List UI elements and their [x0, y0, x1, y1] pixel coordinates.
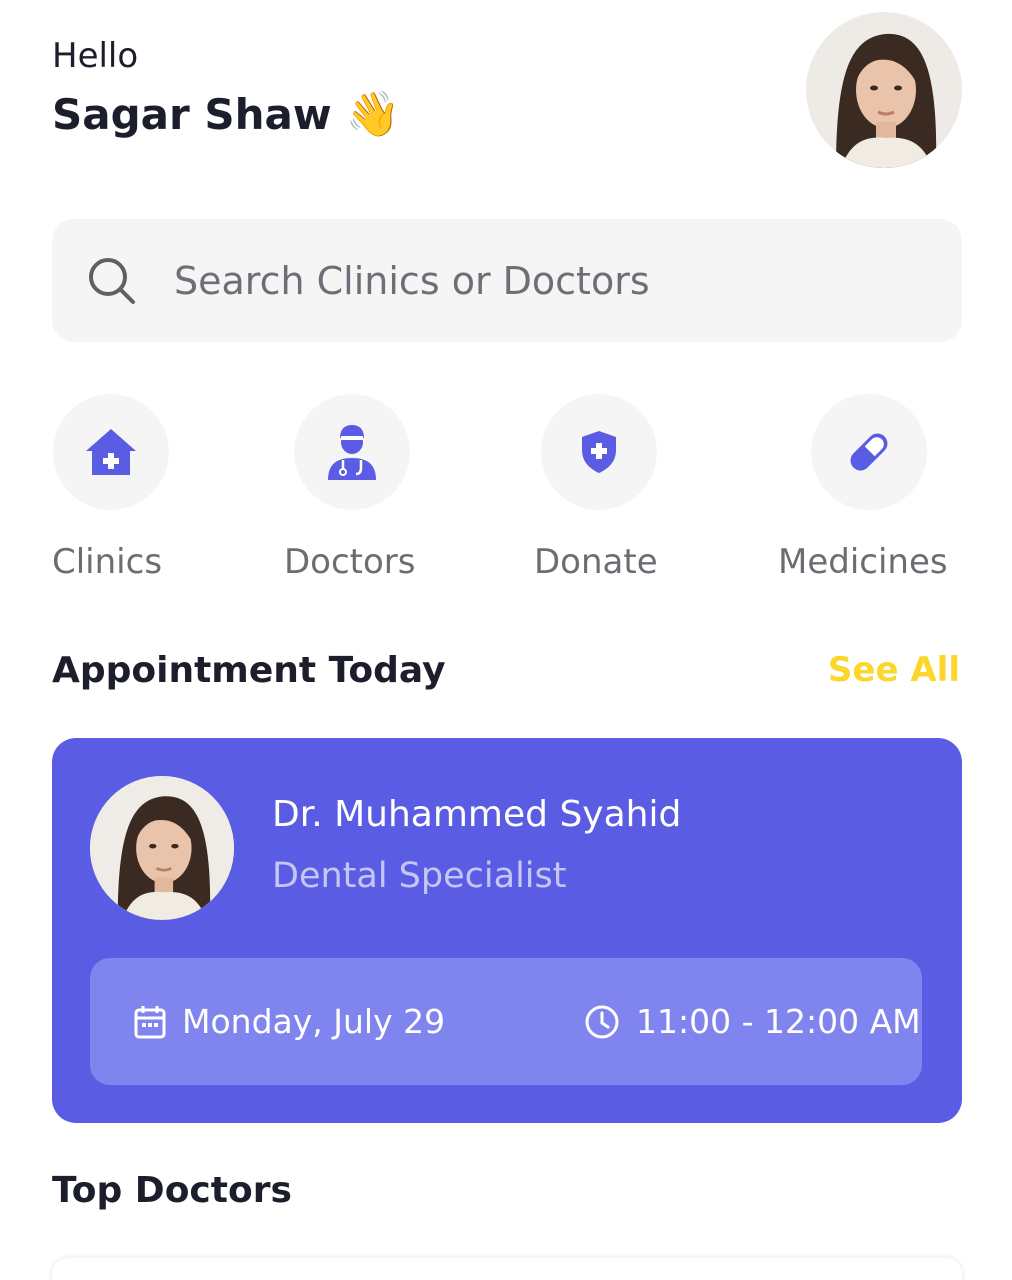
- category-clinics-circle[interactable]: [53, 394, 169, 510]
- category-doctors[interactable]: Doctors: [284, 394, 416, 582]
- category-medicines-circle[interactable]: [811, 394, 927, 510]
- doctor-specialty: Dental Specialist: [272, 856, 567, 896]
- shield-plus-icon: [582, 431, 616, 473]
- greeting-name-row: Sagar Shaw 👋: [52, 90, 400, 139]
- category-label: Medicines: [778, 542, 948, 582]
- category-label: Clinics: [52, 542, 163, 582]
- pill-icon: [850, 433, 888, 471]
- doctor-avatar: [90, 776, 234, 920]
- category-clinics[interactable]: Clinics: [52, 394, 169, 582]
- see-all-link[interactable]: See All: [828, 650, 960, 690]
- appointment-info-box: Monday, July 29 11:00 - 12:00 AM: [90, 958, 922, 1085]
- clinic-house-icon: [86, 429, 136, 475]
- wave-emoji: 👋: [345, 88, 401, 140]
- category-label: Doctors: [284, 542, 416, 582]
- appointment-date: Monday, July 29: [134, 1002, 445, 1041]
- appointment-card[interactable]: Dr. Muhammed Syahid Dental Specialist Mo…: [52, 738, 962, 1123]
- appointment-date-text: Monday, July 29: [182, 1002, 446, 1041]
- doctor-icon: [328, 425, 376, 480]
- profile-avatar[interactable]: [806, 12, 962, 168]
- appointment-time: 11:00 - 12:00 AM: [584, 1002, 921, 1041]
- user-name: Sagar Shaw: [52, 90, 332, 139]
- search-bar[interactable]: [52, 219, 962, 342]
- doctor-photo-icon: [90, 776, 234, 920]
- appointment-time-text: 11:00 - 12:00 AM: [636, 1002, 921, 1041]
- appointment-section-title: Appointment Today: [52, 650, 446, 691]
- top-doctor-card[interactable]: [52, 1258, 962, 1280]
- doctor-name: Dr. Muhammed Syahid: [272, 794, 682, 835]
- calendar-icon: [134, 1005, 166, 1038]
- category-donate-circle[interactable]: [541, 394, 657, 510]
- search-input[interactable]: [174, 258, 854, 303]
- category-doctors-circle[interactable]: [294, 394, 410, 510]
- top-doctors-title: Top Doctors: [52, 1170, 292, 1211]
- category-donate[interactable]: Donate: [534, 394, 658, 582]
- search-icon: [89, 257, 135, 304]
- avatar-photo-icon: [806, 12, 962, 168]
- category-medicines[interactable]: Medicines: [778, 394, 948, 582]
- clock-icon: [585, 1005, 619, 1038]
- greeting-hello: Hello: [52, 36, 139, 76]
- category-label: Donate: [534, 542, 658, 582]
